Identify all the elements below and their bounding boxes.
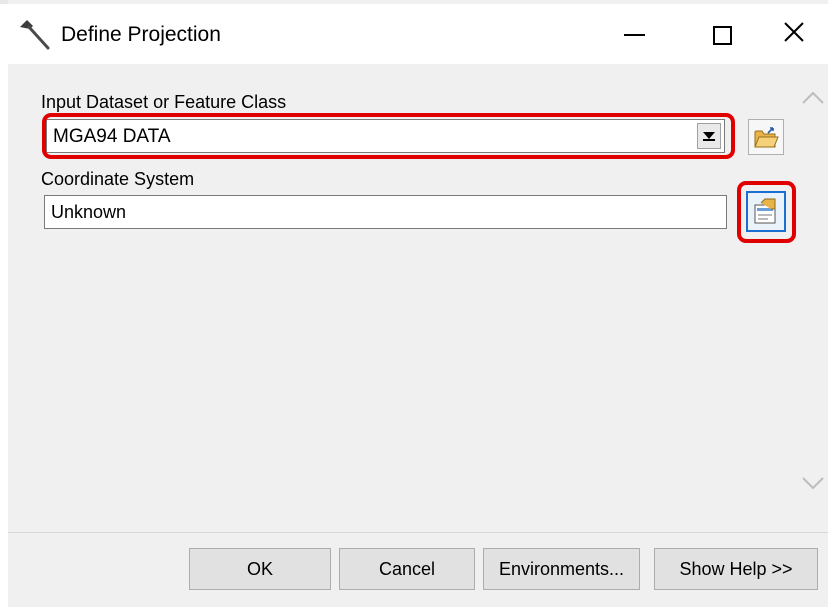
define-projection-dialog: Define Projection Input Dataset or Featu… xyxy=(8,0,828,607)
cancel-button[interactable]: Cancel xyxy=(339,548,475,590)
spatial-reference-properties-button[interactable] xyxy=(746,191,786,232)
ok-button[interactable]: OK xyxy=(189,548,331,590)
input-dataset-label: Input Dataset or Feature Class xyxy=(41,92,287,112)
window-title: Define Projection xyxy=(61,23,221,46)
maximize-button[interactable] xyxy=(678,4,766,64)
spatial-reference-properties-icon xyxy=(754,198,776,224)
chevron-down-icon[interactable] xyxy=(801,476,825,490)
vertical-scrollbar[interactable] xyxy=(795,64,828,532)
minimize-icon xyxy=(623,34,645,36)
open-folder-icon xyxy=(754,127,779,148)
chevron-up-icon[interactable] xyxy=(801,91,825,105)
close-button[interactable] xyxy=(760,4,828,64)
close-icon xyxy=(783,21,805,48)
environments-button[interactable]: Environments... xyxy=(483,548,640,590)
browse-button[interactable] xyxy=(748,119,784,155)
coordinate-system-value: Unknown xyxy=(51,202,127,222)
hammer-icon xyxy=(17,18,53,52)
minimize-button[interactable] xyxy=(590,4,678,64)
maximize-icon xyxy=(712,25,732,45)
coordinate-system-label: Coordinate System xyxy=(41,169,195,189)
show-help-button[interactable]: Show Help >> xyxy=(654,548,818,590)
highlight-annotation-input xyxy=(42,113,735,159)
coordinate-system-field[interactable]: Unknown xyxy=(44,195,727,229)
